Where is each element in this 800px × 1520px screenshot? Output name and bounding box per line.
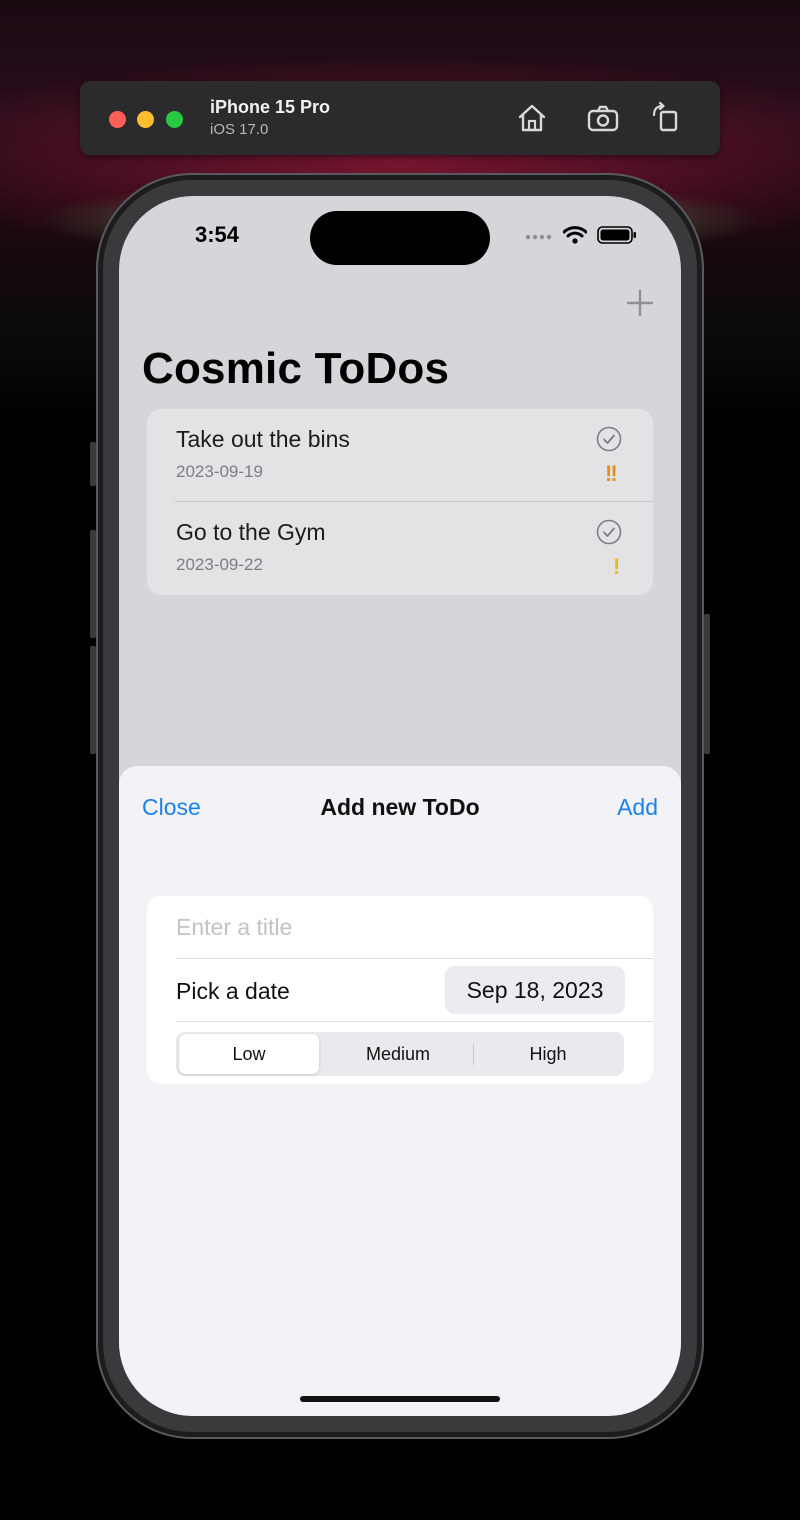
segment-low[interactable]: Low [179,1034,319,1074]
cellular-icon [525,229,553,247]
home-icon[interactable] [515,101,549,135]
phone-screen: 3:54 Cosmic ToDos Take out the bins 2023… [119,196,681,1416]
date-label: Pick a date [176,978,290,1004]
rotate-icon[interactable] [649,101,683,135]
priority-segmented-control: Low Medium High [176,1032,624,1076]
power-button [704,614,710,754]
divider [176,1021,653,1022]
complete-check-icon[interactable] [596,519,622,545]
todo-item[interactable]: Take out the bins 2023-09-19 !! [147,409,653,501]
page-title: Cosmic ToDos [142,344,450,393]
add-button[interactable]: Add [617,794,658,821]
wifi-icon [562,226,588,249]
segment-high[interactable]: High [474,1034,622,1074]
divider [176,958,653,959]
priority-high-indicator: !! [605,461,618,486]
todo-title: Go to the Gym [176,519,326,545]
device-name: iPhone 15 Pro [210,97,331,117]
window-zoom-button[interactable] [166,111,183,128]
todo-list: Take out the bins 2023-09-19 !! Go to th… [147,409,653,595]
action-button [90,442,96,486]
status-icons [525,226,637,249]
todo-date: 2023-09-22 [176,555,263,574]
status-time: 3:54 [195,222,240,247]
sheet-title: Add new ToDo [320,794,480,820]
volume-down-button [90,646,96,754]
todo-form: Pick a date Sep 18, 2023 Low Medium High [147,896,653,1084]
os-version: iOS 17.0 [210,121,269,138]
add-todo-sheet: Close Add new ToDo Add Pick a date Sep 1… [119,766,681,1416]
dynamic-island [310,211,490,265]
plus-icon [626,289,654,317]
segment-medium[interactable]: Medium [324,1034,472,1074]
volume-up-button [90,530,96,638]
home-indicator[interactable] [300,1396,500,1402]
window-close-button[interactable] [109,111,126,128]
add-todo-button[interactable] [625,288,655,318]
complete-check-icon[interactable] [596,426,622,452]
date-picker[interactable]: Sep 18, 2023 [445,966,625,1014]
todo-item[interactable]: Go to the Gym 2023-09-22 ! [147,502,653,594]
todo-date: 2023-09-19 [176,462,263,481]
battery-icon [597,226,637,249]
todo-title: Take out the bins [176,426,350,452]
priority-low-indicator: ! [613,554,621,579]
title-input[interactable] [176,896,636,958]
window-minimize-button[interactable] [137,111,154,128]
screenshot-icon[interactable] [586,101,620,135]
simulator-toolbar: iPhone 15 Pro iOS 17.0 [80,81,720,155]
